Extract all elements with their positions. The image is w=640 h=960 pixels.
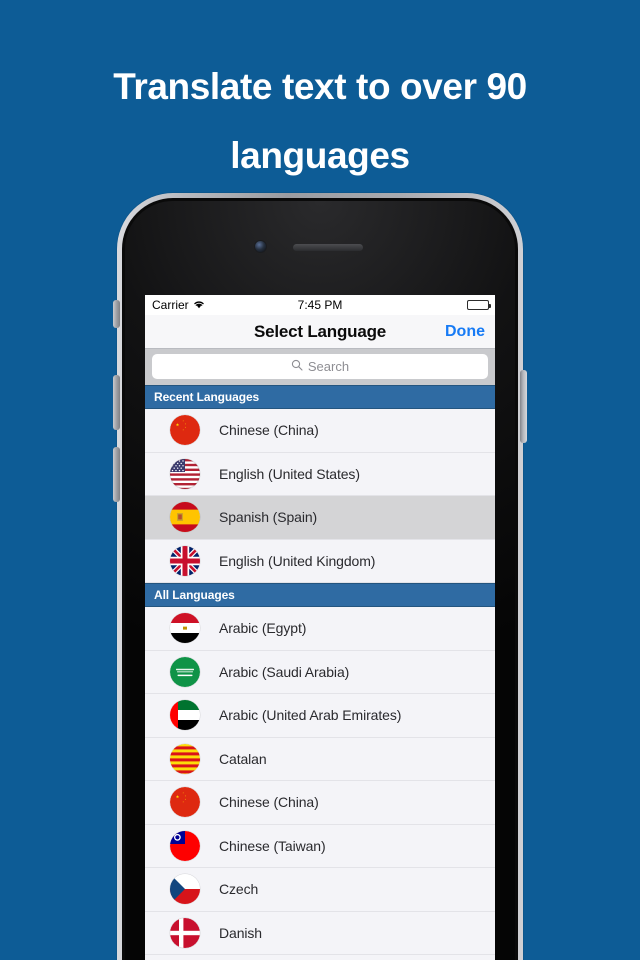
status-bar-right	[467, 300, 491, 310]
earpiece-speaker-icon	[293, 244, 363, 251]
flag-cat-icon	[170, 743, 200, 774]
language-name: Chinese (Taiwan)	[219, 837, 326, 854]
language-name: English (United Kingdom)	[219, 552, 376, 569]
flag-es-icon	[170, 502, 200, 533]
volume-up-button[interactable]	[113, 375, 120, 430]
nav-title: Select Language	[253, 321, 387, 341]
language-name: Arabic (Egypt)	[219, 620, 307, 637]
done-button[interactable]: Done	[445, 323, 485, 341]
language-row[interactable]: Arabic (Saudi Arabia)	[145, 650, 495, 694]
language-row[interactable]: Chinese (China)	[145, 781, 495, 825]
flag-cn-icon	[170, 415, 200, 446]
mute-switch[interactable]	[113, 300, 120, 328]
language-name: Danish	[219, 924, 262, 941]
search-input[interactable]: Search	[152, 354, 488, 379]
language-row[interactable]: English (United States)	[145, 452, 495, 496]
flag-sa-icon	[170, 656, 200, 687]
language-row[interactable]: Arabic (Egypt)	[145, 607, 495, 651]
front-camera-icon	[255, 241, 266, 252]
language-name: Chinese (China)	[219, 422, 319, 439]
language-row[interactable]: Chinese (China)	[145, 409, 495, 453]
section-header: Recent Languages	[145, 385, 495, 409]
flag-gb-icon	[170, 545, 200, 576]
language-row[interactable]: Czech	[145, 868, 495, 912]
language-row[interactable]: Arabic (United Arab Emirates)	[145, 694, 495, 738]
power-button[interactable]	[520, 370, 527, 443]
flag-us-icon	[170, 458, 200, 489]
flag-ae-icon	[170, 700, 200, 731]
language-row[interactable]: Chinese (Taiwan)	[145, 824, 495, 868]
section-header: All Languages	[145, 583, 495, 607]
battery-full-icon	[467, 300, 491, 310]
volume-down-button[interactable]	[113, 447, 120, 502]
language-row[interactable]: Spanish (Spain)	[145, 496, 495, 540]
language-list[interactable]: Recent Languages Chinese (China) English…	[145, 385, 495, 955]
promo-screenshot: Translate text to over 90 languages Carr…	[0, 0, 640, 960]
language-row[interactable]: English (United Kingdom)	[145, 539, 495, 583]
language-row[interactable]: Catalan	[145, 737, 495, 781]
language-name: Arabic (United Arab Emirates)	[219, 707, 402, 724]
search-placeholder: Search	[307, 359, 350, 374]
flag-tw-icon	[170, 830, 200, 861]
language-name: Spanish (Spain)	[219, 509, 318, 526]
status-bar: Carrier 7:45 PM	[145, 295, 495, 315]
page-title: Translate text to over 90 languages	[113, 66, 527, 176]
language-row[interactable]: Danish	[145, 911, 495, 955]
language-name: Czech	[219, 881, 259, 898]
flag-eg-icon	[170, 613, 200, 644]
language-name: Catalan	[219, 750, 267, 767]
flag-cz-icon	[170, 874, 200, 905]
navigation-bar: Select Language Done	[145, 315, 495, 349]
language-name: Chinese (China)	[219, 794, 319, 811]
status-bar-clock: 7:45 PM	[297, 298, 343, 312]
flag-cn-icon	[170, 787, 200, 818]
search-icon	[291, 358, 303, 376]
language-name: Arabic (Saudi Arabia)	[219, 663, 350, 680]
flag-dk-icon	[170, 917, 200, 948]
search-bar-container: Search	[145, 349, 495, 385]
language-name: English (United States)	[219, 465, 360, 482]
phone-screen: Carrier 7:45 PM Select Language Done Sea…	[145, 295, 495, 960]
